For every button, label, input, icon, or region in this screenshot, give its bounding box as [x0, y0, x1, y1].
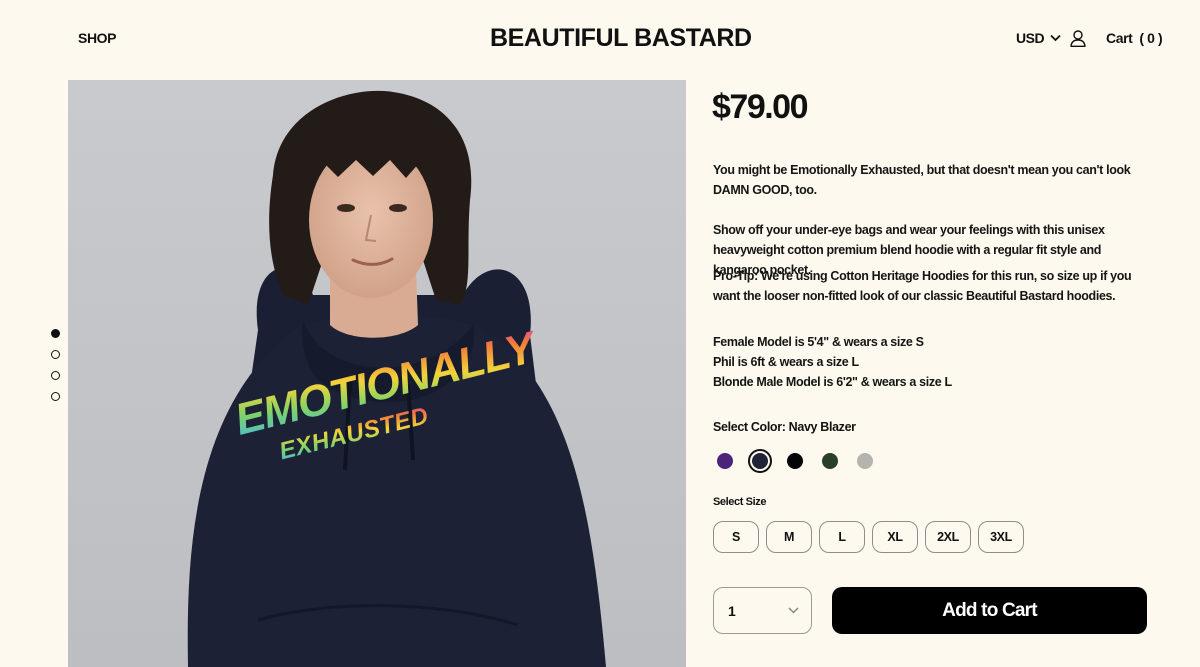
color-swatch-fill [717, 453, 733, 469]
model-info-line: Phil is 6ft & wears a size L [713, 355, 859, 369]
model-hoodie-illustration: EMOTIONALLY EXHAUSTED [68, 80, 686, 667]
gallery-pagination [51, 329, 60, 401]
size-option-s[interactable]: S [713, 521, 759, 553]
description-intro: You might be Emotionally Exhausted, but … [713, 163, 1131, 197]
size-option-l[interactable]: L [819, 521, 865, 553]
cart-count: ( 0 ) [1139, 30, 1163, 46]
size-option-3xl[interactable]: 3XL [978, 521, 1024, 553]
size-label: Select Size [713, 496, 767, 508]
color-swatch-purple[interactable] [713, 449, 737, 473]
shop-nav-link[interactable]: SHOP [78, 30, 116, 46]
gallery-dot-1[interactable] [51, 329, 60, 338]
quantity-value: 1 [728, 602, 736, 619]
color-swatch-fill [752, 453, 768, 469]
color-swatch-black[interactable] [783, 449, 807, 473]
quantity-select[interactable]: 1 [713, 587, 812, 634]
model-info-line: Female Model is 5'4" & wears a size S [713, 335, 924, 349]
color-swatch-fill [822, 453, 838, 469]
cart-link[interactable]: Cart ( 0 ) [1106, 30, 1163, 46]
color-swatches [713, 449, 877, 473]
size-option-xl[interactable]: XL [872, 521, 918, 553]
cart-label: Cart [1106, 30, 1133, 46]
gallery-dot-2[interactable] [51, 350, 60, 359]
currency-label: USD [1016, 30, 1045, 46]
color-swatch-fill [787, 453, 803, 469]
product-photo: EMOTIONALLY EXHAUSTED [68, 80, 686, 667]
product-price: $79.00 [712, 88, 809, 126]
gallery-dot-4[interactable] [51, 392, 60, 401]
brand-logo[interactable]: BEAUTIFUL BASTARD [490, 24, 752, 53]
size-option-2xl[interactable]: 2XL [925, 521, 971, 553]
gallery-dot-3[interactable] [51, 371, 60, 380]
color-label: Select Color: Navy Blazer [713, 420, 856, 434]
color-swatch-heather-grey[interactable] [853, 449, 877, 473]
model-info-line: Blonde Male Model is 6'2" & wears a size… [713, 375, 952, 389]
description-pro-tip: Pro-Tip: We're using Cotton Heritage Hoo… [713, 269, 1132, 303]
user-account-icon[interactable] [1070, 30, 1086, 47]
color-swatch-forest-green[interactable] [818, 449, 842, 473]
size-options: S M L XL 2XL 3XL [713, 521, 1024, 553]
color-swatch-fill [857, 453, 873, 469]
chevron-down-icon [788, 607, 799, 614]
size-option-m[interactable]: M [766, 521, 812, 553]
color-swatch-navy-blazer[interactable] [748, 449, 772, 473]
currency-selector[interactable]: USD [1016, 30, 1061, 46]
add-to-cart-button[interactable]: Add to Cart [832, 587, 1147, 634]
model-info: Female Model is 5'4" & wears a size S Ph… [713, 332, 1153, 392]
site-header: SHOP BEAUTIFUL BASTARD USD Cart ( 0 ) [0, 0, 1200, 80]
chevron-down-icon [1050, 34, 1061, 42]
